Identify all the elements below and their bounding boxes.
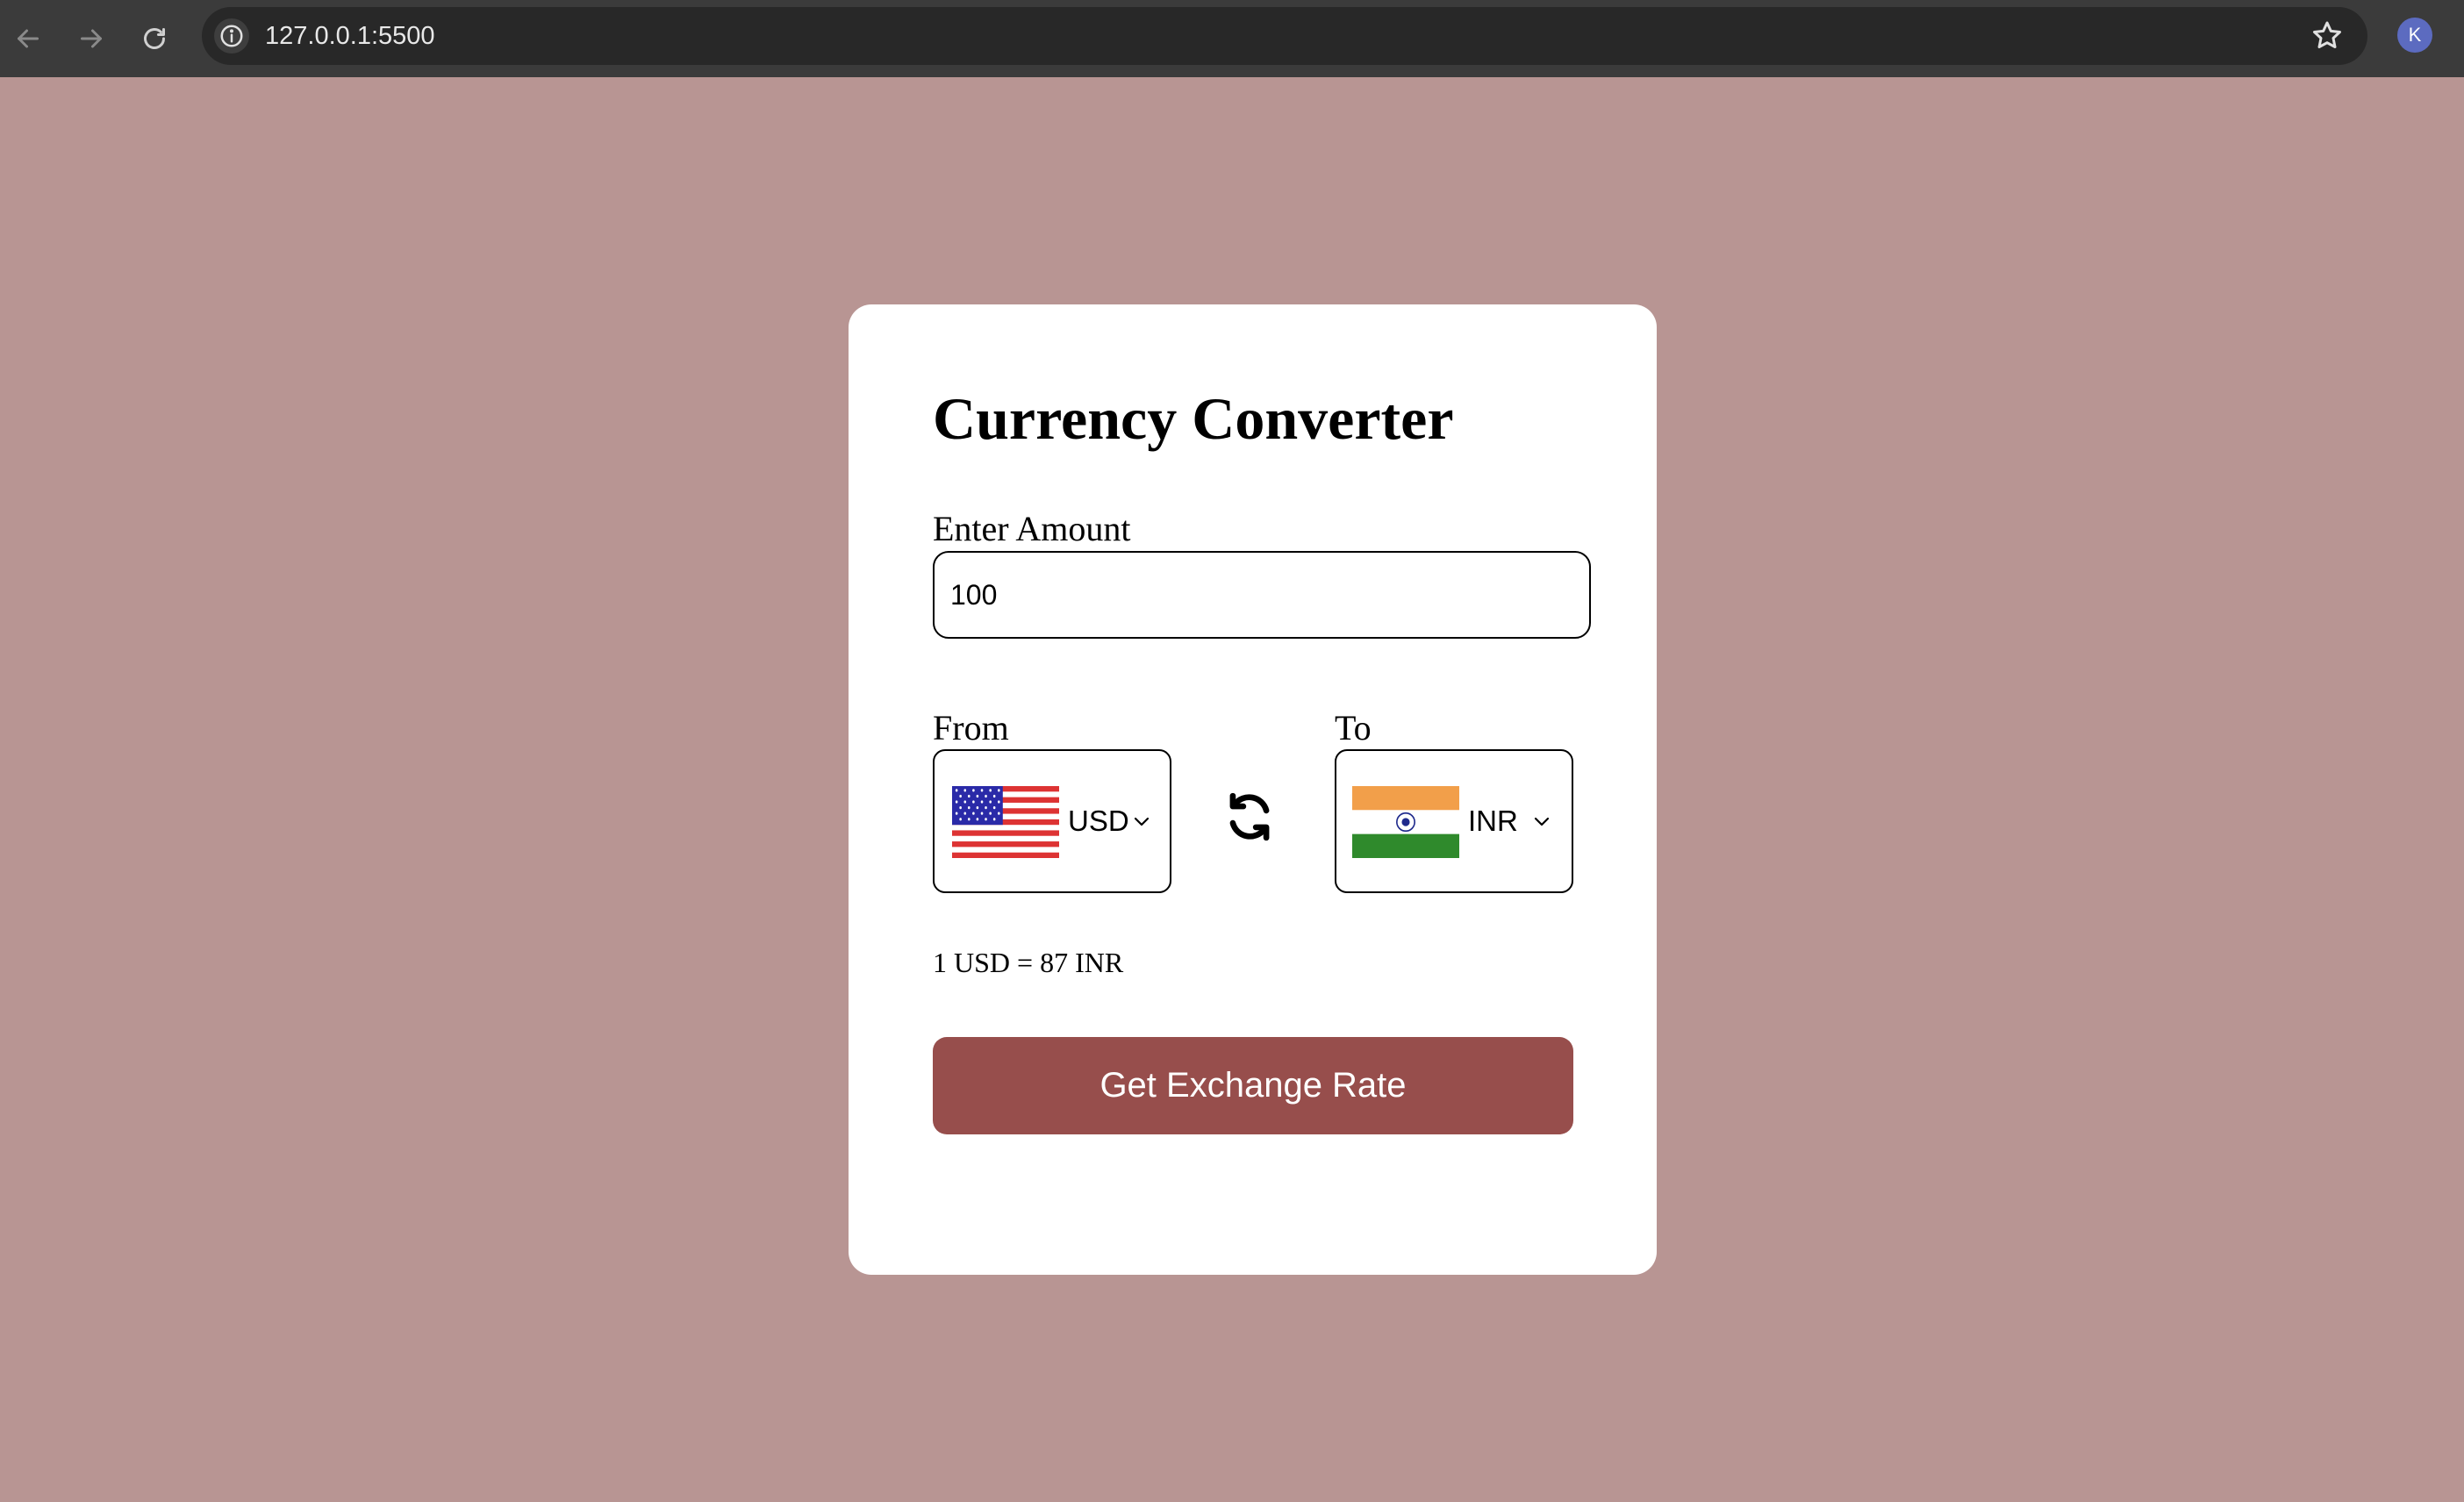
to-currency-code: INR [1468, 805, 1518, 837]
from-currency-code: USD [1068, 805, 1129, 837]
browser-toolbar: 127.0.0.1:5500 K [0, 0, 2464, 77]
swap-arrows-icon[interactable] [1224, 790, 1275, 844]
forward-button[interactable] [65, 12, 118, 65]
reload-button[interactable] [128, 12, 181, 65]
page-title: Currency Converter [933, 385, 1454, 452]
info-icon[interactable] [214, 18, 249, 54]
amount-label: Enter Amount [933, 509, 1131, 548]
amount-input[interactable] [933, 551, 1591, 639]
url-text[interactable]: 127.0.0.1:5500 [265, 7, 435, 65]
address-bar[interactable]: 127.0.0.1:5500 [202, 7, 2367, 65]
us-flag-icon [952, 786, 1059, 858]
arrow-right-icon [81, 29, 102, 48]
profile-avatar[interactable]: K [2397, 18, 2432, 53]
converter-card: Currency Converter Enter Amount From To [849, 304, 1657, 1275]
reload-icon [144, 28, 165, 49]
india-flag-icon [1352, 786, 1459, 858]
chevron-down-icon [1134, 817, 1150, 826]
to-label: To [1335, 708, 1372, 747]
chevron-down-icon [1534, 817, 1550, 826]
back-button[interactable] [2, 12, 54, 65]
arrow-left-icon [18, 29, 39, 48]
to-currency-select[interactable]: INR [1335, 749, 1573, 893]
star-icon[interactable] [2310, 18, 2345, 54]
get-exchange-rate-button[interactable]: Get Exchange Rate [933, 1037, 1573, 1134]
from-currency-select[interactable]: USD [933, 749, 1171, 893]
from-label: From [933, 708, 1009, 747]
exchange-rate-text: 1 USD = 87 INR [933, 947, 1124, 978]
